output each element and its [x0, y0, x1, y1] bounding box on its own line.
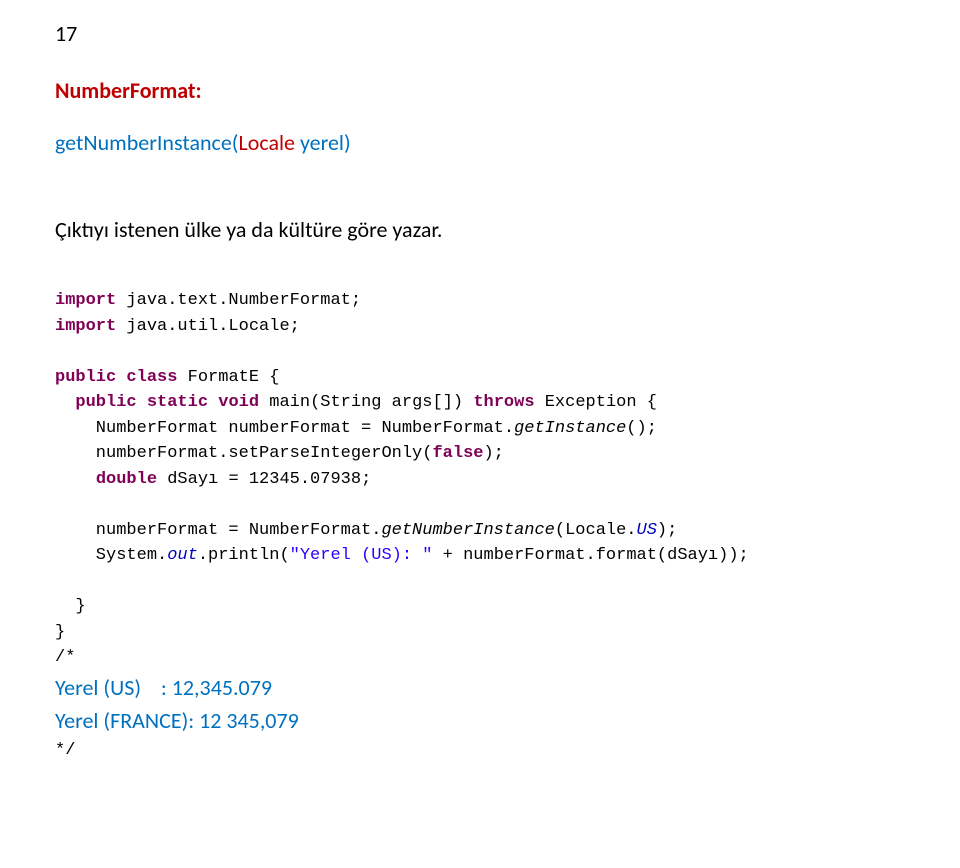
code-string: "Yerel (US): " [290, 546, 433, 565]
keyword-static: static [147, 393, 208, 412]
code-text: (Locale. [555, 521, 637, 540]
keyword-class: class [126, 368, 177, 387]
signature-before: getNumberInstance( [55, 129, 238, 156]
keyword-double: double [96, 470, 157, 489]
code-text [55, 470, 96, 489]
code-block: import java.text.NumberFormat; import ja… [55, 288, 900, 763]
code-text: FormatE { [177, 368, 279, 387]
keyword-import: import [55, 317, 116, 336]
description-text: Çıktıyı istenen ülke ya da kültüre göre … [55, 216, 900, 243]
code-text: (); [626, 419, 657, 438]
page-number: 17 [55, 20, 900, 47]
section-title: NumberFormat: [55, 77, 900, 104]
code-text: out [167, 546, 198, 565]
output-line: Yerel (FRANCE): 12 345,079 [55, 707, 299, 734]
code-text: numberFormat = NumberFormat. [55, 521, 381, 540]
comment-end: */ [55, 741, 75, 760]
code-text: ); [657, 521, 677, 540]
signature-param-type: Locale [238, 129, 295, 156]
method-signature: getNumberInstance(Locale yerel) [55, 129, 900, 156]
code-text: java.text.NumberFormat; [116, 291, 361, 310]
code-text: ); [483, 444, 503, 463]
keyword-public: public [55, 368, 116, 387]
code-text: } [55, 623, 65, 642]
signature-param-name: yerel [295, 129, 344, 156]
output-line: Yerel (US) : 12,345.079 [55, 674, 272, 701]
code-text: main(String args[]) [259, 393, 473, 412]
keyword-public: public [75, 393, 136, 412]
code-text: numberFormat.setParseIntegerOnly( [55, 444, 432, 463]
signature-after: ) [344, 129, 351, 156]
code-text: .println( [198, 546, 290, 565]
code-text: dSayı = 12345.07938; [157, 470, 371, 489]
code-text: US [637, 521, 657, 540]
keyword-import: import [55, 291, 116, 310]
comment-start: /* [55, 648, 75, 667]
keyword-void: void [218, 393, 259, 412]
keyword-false: false [432, 444, 483, 463]
keyword-throws: throws [473, 393, 534, 412]
code-text: getNumberInstance [381, 521, 554, 540]
code-text: + numberFormat.format(dSayı)); [432, 546, 748, 565]
code-text: Exception { [535, 393, 657, 412]
code-text: System. [55, 546, 167, 565]
code-text: getInstance [514, 419, 626, 438]
code-text: } [55, 597, 86, 616]
code-text: java.util.Locale; [116, 317, 300, 336]
code-text: NumberFormat numberFormat = NumberFormat… [55, 419, 514, 438]
